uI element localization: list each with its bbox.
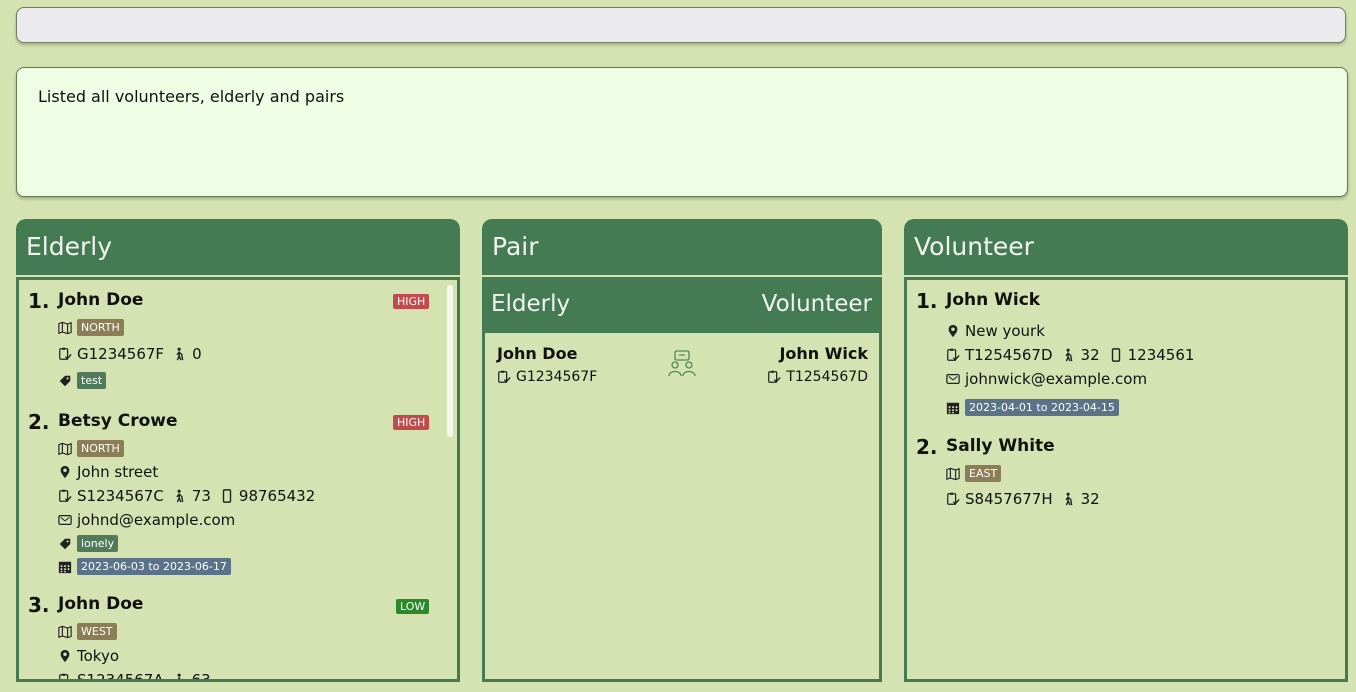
address-text: New yourk xyxy=(965,322,1045,340)
address-text: John street xyxy=(77,463,159,481)
age-text: 0 xyxy=(192,345,202,363)
nric-icon xyxy=(58,347,72,361)
card-index: 1. xyxy=(28,289,50,313)
nric-text: S1234567C xyxy=(77,487,164,505)
elderly-list[interactable]: 1. John Doe HIGH NORTH G1234567F 0 test 2… xyxy=(16,277,460,682)
nric-icon xyxy=(497,370,511,384)
map-icon xyxy=(58,625,72,639)
location-icon xyxy=(58,649,72,663)
card-index: 2. xyxy=(28,410,50,434)
region-tag: NORTH xyxy=(77,440,124,457)
label-tag: lonely xyxy=(77,535,119,552)
pair-elderly-nric: G1234567F xyxy=(516,369,598,385)
card-index: 3. xyxy=(28,593,50,617)
nric-icon xyxy=(767,370,781,384)
age-icon xyxy=(1062,492,1076,506)
risk-badge: LOW xyxy=(396,599,430,614)
phone-icon xyxy=(220,489,234,503)
nric-text: S1234567A xyxy=(77,671,164,682)
nric-text: S8457677H xyxy=(965,490,1053,508)
volunteer-panel: Volunteer 1. John Wick New yourk T125456… xyxy=(904,219,1348,682)
tag-icon xyxy=(58,537,72,551)
volunteer-panel-title: Volunteer xyxy=(904,219,1348,275)
map-icon xyxy=(58,321,72,335)
pair-col-elderly: Elderly xyxy=(491,291,571,317)
volunteer-card[interactable]: 1. John Wick New yourk T1254567D 32 123456… xyxy=(907,280,1345,426)
address-text: Tokyo xyxy=(77,647,119,665)
date-tag: 2023-04-01 to 2023-04-15 xyxy=(965,399,1119,416)
pair-panel-title: Pair xyxy=(482,219,882,275)
phone-text: 1234561 xyxy=(1127,346,1195,364)
elderly-name: John Doe xyxy=(58,594,144,614)
command-input[interactable] xyxy=(16,7,1346,43)
nric-icon xyxy=(58,673,72,682)
email-text: johnd@example.com xyxy=(77,511,236,529)
card-index: 2. xyxy=(916,435,938,459)
nric-text: T1254567D xyxy=(965,346,1053,364)
elderly-panel-title: Elderly xyxy=(16,219,460,275)
age-icon xyxy=(173,347,187,361)
calendar-icon xyxy=(58,560,72,574)
age-icon xyxy=(1062,348,1076,362)
age-text: 63 xyxy=(191,671,211,682)
phone-text: 98765432 xyxy=(238,487,316,505)
age-text: 32 xyxy=(1080,346,1100,364)
pair-column-header: Elderly Volunteer xyxy=(482,277,882,333)
map-icon xyxy=(946,467,960,481)
age-text: 32 xyxy=(1080,490,1100,508)
volunteer-name: Sally White xyxy=(946,436,1055,456)
email-icon xyxy=(946,372,960,386)
nric-icon xyxy=(58,489,72,503)
location-icon xyxy=(58,465,72,479)
elderly-panel: Elderly 1. John Doe HIGH NORTH G1234567F… xyxy=(16,219,460,682)
location-icon xyxy=(946,324,960,338)
email-icon xyxy=(58,513,72,527)
date-tag: 2023-06-03 to 2023-06-17 xyxy=(77,558,231,575)
nric-icon xyxy=(946,492,960,506)
map-icon xyxy=(58,442,72,456)
risk-badge: HIGH xyxy=(393,415,430,430)
card-index: 1. xyxy=(916,289,938,313)
email-text: johnwick@example.com xyxy=(965,370,1148,388)
region-tag: NORTH xyxy=(77,319,124,336)
label-tag: test xyxy=(77,372,107,389)
nric-icon xyxy=(946,348,960,362)
pair-elderly-name: John Doe xyxy=(497,344,578,363)
tag-icon xyxy=(58,374,72,388)
elderly-card[interactable]: 2. Betsy Crowe HIGH NORTH John street S1… xyxy=(19,401,457,584)
pair-volunteer-nric: T1254567D xyxy=(786,369,868,385)
volunteer-card[interactable]: 2. Sally White EAST S8457677H 32 xyxy=(907,426,1345,516)
elderly-name: Betsy Crowe xyxy=(58,411,178,431)
result-display: Listed all volunteers, elderly and pairs xyxy=(16,67,1348,197)
volunteer-list[interactable]: 1. John Wick New yourk T1254567D 32 123456… xyxy=(904,277,1348,682)
age-icon xyxy=(173,673,187,682)
region-tag: EAST xyxy=(965,465,1002,482)
volunteer-name: John Wick xyxy=(946,290,1041,310)
pair-panel: Pair Elderly Volunteer John Doe G1234567… xyxy=(482,219,882,682)
phone-icon xyxy=(1109,348,1123,362)
calendar-icon xyxy=(946,401,960,415)
elderly-card[interactable]: 3. John Doe LOW WEST Tokyo S1234567A 63 xyxy=(19,584,457,682)
pair-link-icon xyxy=(668,350,696,377)
nric-text: G1234567F xyxy=(77,345,165,363)
pair-list[interactable]: John Doe G1234567F John Wick T1254567D xyxy=(482,333,882,682)
elderly-name: John Doe xyxy=(58,290,144,310)
pair-volunteer-name: John Wick xyxy=(779,344,868,363)
pair-col-volunteer: Volunteer xyxy=(761,291,872,317)
age-icon xyxy=(173,489,187,503)
risk-badge: HIGH xyxy=(393,294,430,309)
result-text: Listed all volunteers, elderly and pairs xyxy=(38,87,345,106)
age-text: 73 xyxy=(191,487,211,505)
pair-card[interactable]: John Doe G1234567F John Wick T1254567D xyxy=(485,333,879,393)
elderly-card[interactable]: 1. John Doe HIGH NORTH G1234567F 0 test xyxy=(19,280,457,400)
region-tag: WEST xyxy=(77,623,117,640)
